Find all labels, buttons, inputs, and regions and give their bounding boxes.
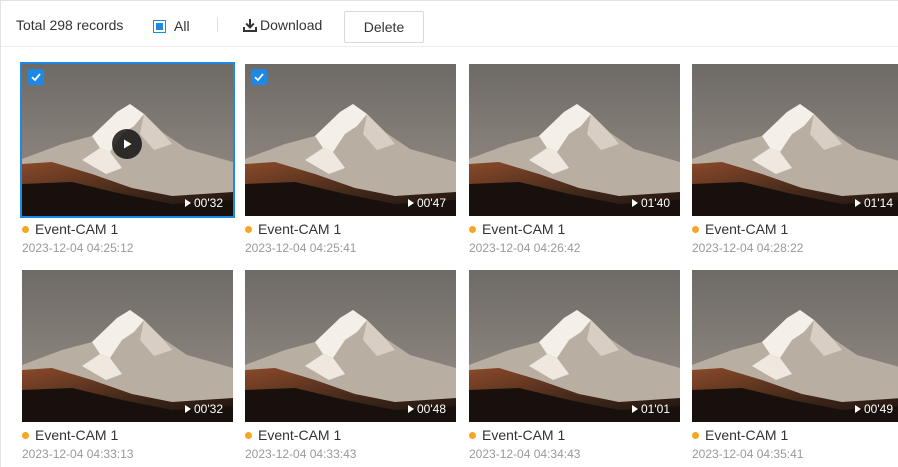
camera-name: Event-CAM 1 xyxy=(482,221,566,237)
duration-text: 00'49 xyxy=(864,402,893,416)
duration-text: 01'14 xyxy=(864,196,893,210)
duration-text: 00'32 xyxy=(194,402,223,416)
play-small-icon xyxy=(408,199,414,207)
camera-name: Event-CAM 1 xyxy=(35,427,119,443)
event-dot-icon xyxy=(692,431,699,439)
record-thumbnail[interactable]: 00'48 xyxy=(245,270,456,422)
play-small-icon xyxy=(185,405,191,413)
mountain-thumbnail-image xyxy=(692,270,898,422)
camera-name: Event-CAM 1 xyxy=(705,427,789,443)
event-dot-icon xyxy=(469,225,476,233)
record-timestamp: 2023-12-04 04:35:41 xyxy=(692,447,804,461)
event-dot-icon xyxy=(245,431,252,439)
checkbox-checked-icon[interactable] xyxy=(28,69,44,85)
select-all-label: All xyxy=(174,18,190,34)
record-thumbnail[interactable]: 01'01 xyxy=(469,270,680,422)
event-dot-icon xyxy=(22,225,29,233)
video-duration: 00'32 xyxy=(185,196,223,210)
record-title: Event-CAM 1 xyxy=(22,220,118,238)
mountain-thumbnail-image xyxy=(469,270,680,422)
mountain-thumbnail-image xyxy=(692,64,898,216)
event-dot-icon xyxy=(469,431,476,439)
record-timestamp: 2023-12-04 04:25:41 xyxy=(245,241,357,255)
event-dot-icon xyxy=(22,431,29,439)
record-card[interactable]: 00'47 Event-CAM 1 2023-12-04 04:25:41 xyxy=(245,64,456,264)
record-thumbnail[interactable]: 00'47 xyxy=(245,64,456,216)
record-thumbnail[interactable]: 00'32 xyxy=(22,270,233,422)
record-card[interactable]: 01'01 Event-CAM 1 2023-12-04 04:34:43 xyxy=(469,270,680,467)
record-timestamp: 2023-12-04 04:26:42 xyxy=(469,241,581,255)
video-duration: 00'47 xyxy=(408,196,446,210)
toolbar: Total 298 records All Download Delete xyxy=(1,1,898,47)
download-button[interactable]: Download xyxy=(242,16,322,34)
play-small-icon xyxy=(855,199,861,207)
play-small-icon xyxy=(632,405,638,413)
camera-name: Event-CAM 1 xyxy=(258,427,342,443)
record-card[interactable]: 00'32 Event-CAM 1 2023-12-04 04:33:13 xyxy=(22,270,233,467)
record-title: Event-CAM 1 xyxy=(469,426,565,444)
record-title: Event-CAM 1 xyxy=(245,220,341,238)
play-small-icon xyxy=(408,405,414,413)
duration-text: 00'47 xyxy=(417,196,446,210)
record-title: Event-CAM 1 xyxy=(692,220,788,238)
duration-text: 01'01 xyxy=(641,402,670,416)
record-card[interactable]: 01'40 Event-CAM 1 2023-12-04 04:26:42 xyxy=(469,64,680,264)
camera-name: Event-CAM 1 xyxy=(705,221,789,237)
record-title: Event-CAM 1 xyxy=(469,220,565,238)
duration-text: 00'48 xyxy=(417,402,446,416)
play-small-icon xyxy=(855,405,861,413)
duration-text: 01'40 xyxy=(641,196,670,210)
record-thumbnail[interactable]: 01'14 xyxy=(692,64,898,216)
record-timestamp: 2023-12-04 04:25:12 xyxy=(22,241,134,255)
record-timestamp: 2023-12-04 04:33:43 xyxy=(245,447,357,461)
delete-button[interactable]: Delete xyxy=(344,11,424,43)
mountain-thumbnail-image xyxy=(469,64,680,216)
record-card[interactable]: 00'32 Event-CAM 1 2023-12-04 04:25:12 xyxy=(20,62,235,264)
record-thumbnail[interactable]: 00'32 xyxy=(20,62,235,218)
checkbox-checked-icon[interactable] xyxy=(251,69,267,85)
checkbox-partial-icon[interactable] xyxy=(153,19,166,33)
mountain-thumbnail-image xyxy=(245,270,456,422)
video-duration: 01'14 xyxy=(855,196,893,210)
download-label: Download xyxy=(260,17,323,33)
play-icon[interactable] xyxy=(112,129,142,159)
play-small-icon xyxy=(185,199,191,207)
record-card[interactable]: 00'48 Event-CAM 1 2023-12-04 04:33:43 xyxy=(245,270,456,467)
play-small-icon xyxy=(632,199,638,207)
record-card[interactable]: 00'49 Event-CAM 1 2023-12-04 04:35:41 xyxy=(692,270,898,467)
video-duration: 00'48 xyxy=(408,402,446,416)
video-duration: 00'49 xyxy=(855,402,893,416)
record-timestamp: 2023-12-04 04:34:43 xyxy=(469,447,581,461)
record-timestamp: 2023-12-04 04:33:13 xyxy=(22,447,134,461)
camera-name: Event-CAM 1 xyxy=(258,221,342,237)
record-title: Event-CAM 1 xyxy=(245,426,341,444)
video-duration: 01'01 xyxy=(632,402,670,416)
record-thumbnail[interactable]: 00'49 xyxy=(692,270,898,422)
camera-name: Event-CAM 1 xyxy=(35,221,119,237)
record-browser: Total 298 records All Download Delete 00… xyxy=(0,0,898,467)
record-title: Event-CAM 1 xyxy=(22,426,118,444)
mountain-thumbnail-image xyxy=(245,64,456,216)
duration-text: 00'32 xyxy=(194,196,223,210)
event-dot-icon xyxy=(692,225,699,233)
video-duration: 01'40 xyxy=(632,196,670,210)
camera-name: Event-CAM 1 xyxy=(482,427,566,443)
mountain-thumbnail-image xyxy=(22,270,233,422)
record-title: Event-CAM 1 xyxy=(692,426,788,444)
video-duration: 00'32 xyxy=(185,402,223,416)
record-timestamp: 2023-12-04 04:28:22 xyxy=(692,241,804,255)
record-card[interactable]: 01'14 Event-CAM 1 2023-12-04 04:28:22 xyxy=(692,64,898,264)
record-thumbnail[interactable]: 01'40 xyxy=(469,64,680,216)
toolbar-divider xyxy=(217,18,218,32)
total-records-label: Total 298 records xyxy=(16,17,124,33)
event-dot-icon xyxy=(245,225,252,233)
download-icon xyxy=(243,19,257,32)
select-all-checkbox[interactable]: All xyxy=(153,17,190,35)
